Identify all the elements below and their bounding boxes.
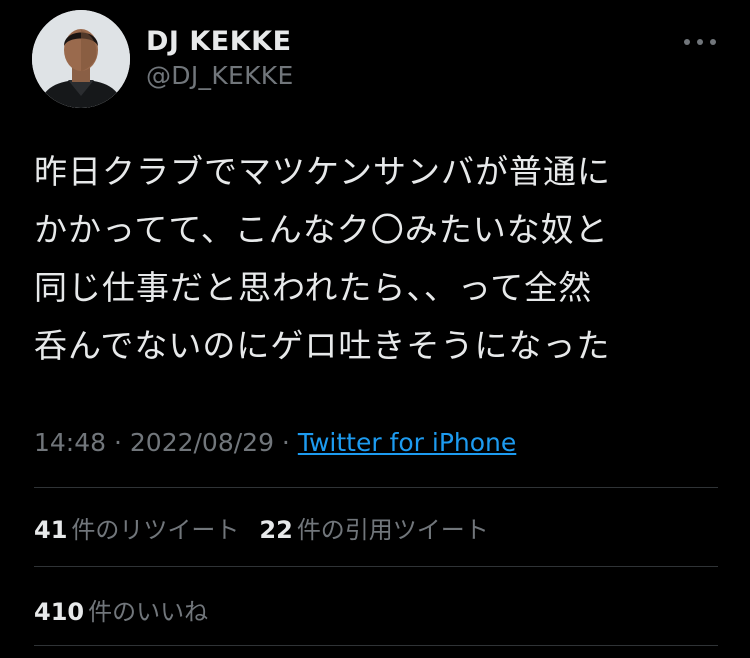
stats-row-shares: 41 件のリツイート 22 件の引用ツイート — [34, 510, 489, 545]
retweet-label: 件のリツイート — [71, 516, 240, 544]
like-count: 410 — [34, 598, 85, 626]
divider — [34, 645, 718, 646]
retweet-count: 41 — [34, 516, 68, 544]
dot — [710, 39, 716, 45]
quote-count: 22 — [259, 516, 293, 544]
tweet-time[interactable]: 14:48 — [34, 428, 106, 457]
tweet-text-line: 昨日クラブでマツケンサンバが普通に — [34, 152, 612, 191]
tweet-text-line: かかってて、こんなク〇みたいな奴と — [34, 210, 609, 249]
quote-label: 件の引用ツイート — [296, 516, 489, 544]
dot — [684, 39, 690, 45]
meta-separator: · — [106, 428, 130, 457]
tweet-text-line: 呑んでないのにゲロ吐きそうになった — [34, 326, 611, 365]
stats-row-likes: 410 件のいいね — [34, 592, 208, 627]
meta-separator: · — [273, 428, 298, 457]
display-name[interactable]: DJ KEKKE — [146, 26, 292, 57]
avatar[interactable] — [32, 10, 130, 108]
more-options-icon[interactable] — [684, 32, 716, 52]
tweet-date[interactable]: 2022/08/29 — [130, 428, 274, 457]
dot — [697, 39, 703, 45]
divider — [34, 487, 718, 488]
quotes-stat[interactable]: 22 件の引用ツイート — [259, 510, 488, 545]
tweet-text-line: 同じ仕事だと思われたら、、って全然 — [34, 268, 593, 307]
user-handle[interactable]: @DJ_KEKKE — [146, 61, 294, 90]
tweet-source-link[interactable]: Twitter for iPhone — [298, 428, 516, 457]
retweets-stat[interactable]: 41 件のリツイート — [34, 510, 239, 545]
avatar-image — [32, 10, 130, 108]
tweet-detail: DJ KEKKE @DJ_KEKKE 昨日クラブでマツケンサンバが普通に かかっ… — [0, 0, 750, 658]
like-label: 件のいいね — [88, 598, 209, 626]
tweet-meta: 14:48 · 2022/08/29 · Twitter for iPhone — [34, 428, 516, 457]
tweet-text: 昨日クラブでマツケンサンバが普通に かかってて、こんなク〇みたいな奴と 同じ仕事… — [34, 143, 724, 375]
divider — [34, 566, 718, 567]
likes-stat[interactable]: 410 件のいいね — [34, 592, 208, 627]
